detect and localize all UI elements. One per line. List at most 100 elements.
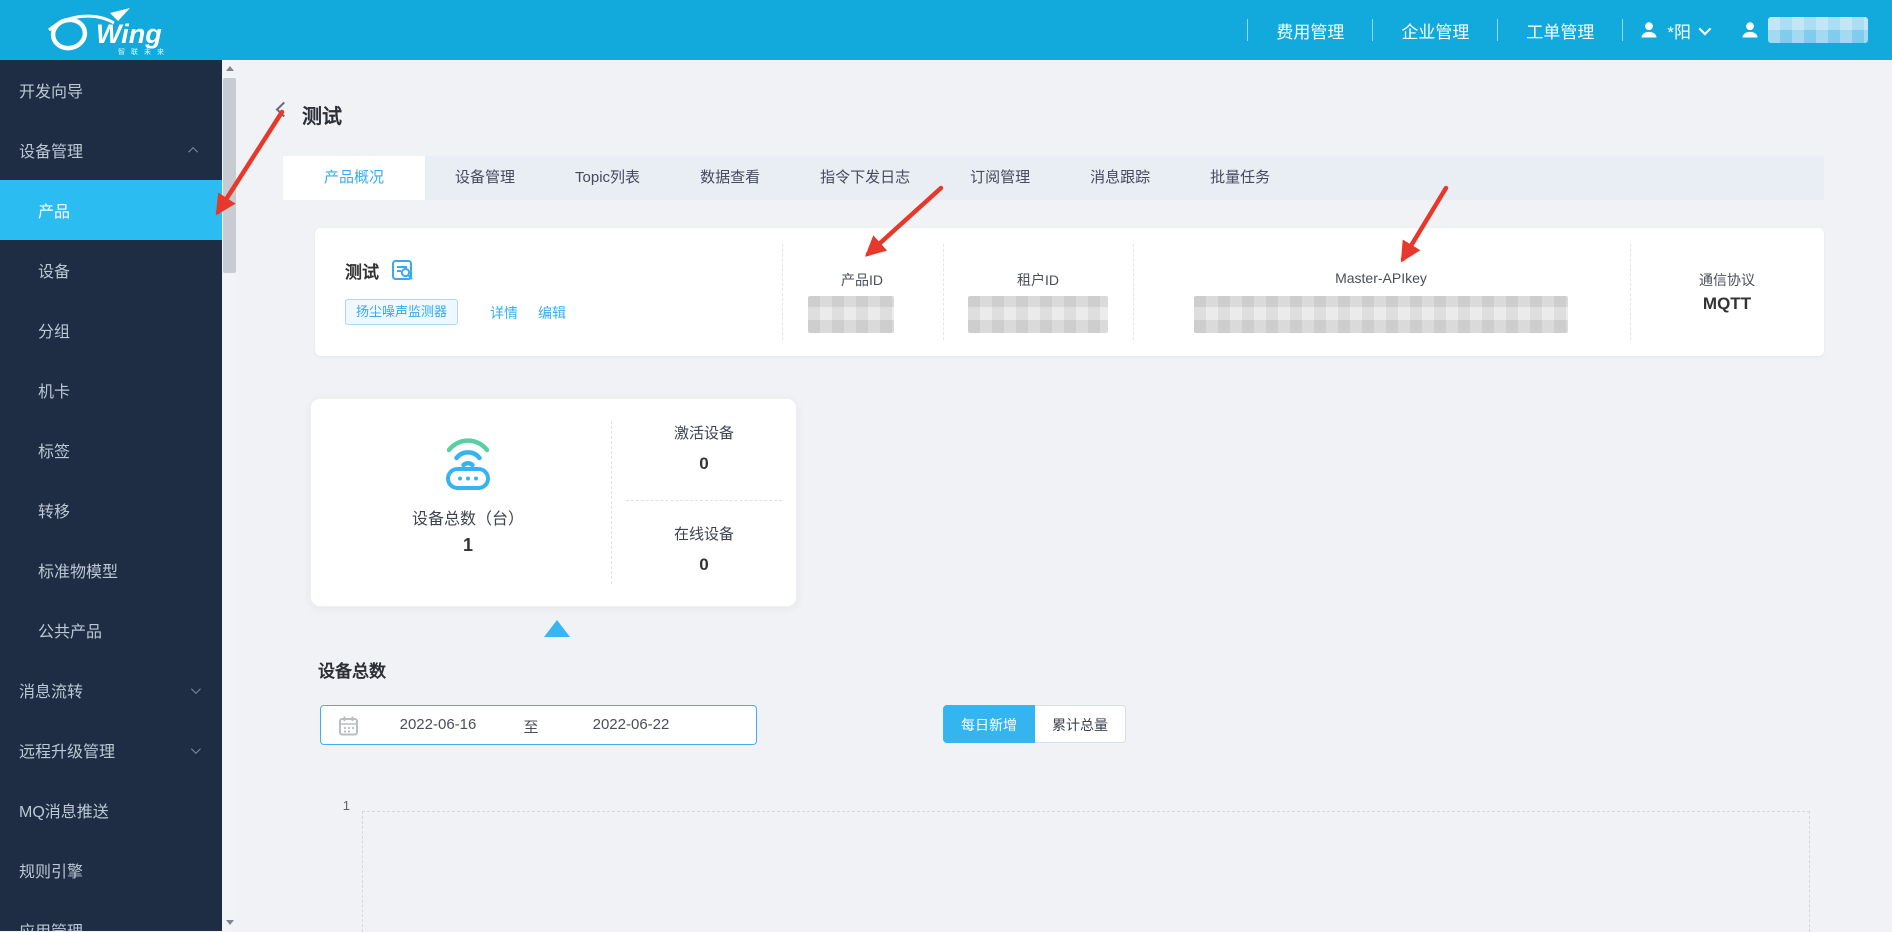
sidebar-item-sim-card[interactable]: 机卡 xyxy=(0,360,222,420)
scrollbar-down-button[interactable] xyxy=(222,914,237,931)
brand-name: Wing xyxy=(96,19,162,49)
sidebar-item-label: 开发向导 xyxy=(19,84,84,101)
triangle-down-icon xyxy=(225,920,234,925)
toggle-cumulative-button[interactable]: 累计总量 xyxy=(1035,705,1126,743)
chevron-down-icon xyxy=(190,743,201,754)
chevron-up-icon xyxy=(188,146,199,157)
toggle-daily-button[interactable]: 每日新增 xyxy=(943,705,1035,743)
topbar-menu-enterprise[interactable]: 企业管理 xyxy=(1373,18,1497,43)
scrollbar-up-button[interactable] xyxy=(222,60,237,77)
device-wifi-icon xyxy=(446,438,490,490)
tab-subscribe-mgmt[interactable]: 订阅管理 xyxy=(940,156,1060,200)
activated-devices-stat: 激活设备 0 xyxy=(626,422,782,474)
tab-data-view[interactable]: 数据查看 xyxy=(670,156,790,200)
chart-plot-area xyxy=(362,811,1810,932)
tenant-id-label: 租户ID xyxy=(1017,272,1059,288)
sidebar-item-tag[interactable]: 标签 xyxy=(0,420,222,480)
device-total-value: 1 xyxy=(462,535,473,555)
product-id-field: 产品ID xyxy=(792,270,932,290)
detail-link[interactable]: 详情 xyxy=(490,303,518,323)
product-info-card: 测试 扬尘噪声监测器 详情 编辑 产品ID 租户ID Master-APIkey… xyxy=(315,228,1824,356)
sidebar-item-group[interactable]: 分组 xyxy=(0,300,222,360)
back-icon[interactable] xyxy=(275,101,292,118)
card-divider xyxy=(1630,244,1631,340)
sidebar-item-product[interactable]: 产品 xyxy=(0,180,222,240)
sidebar-item-app-mgmt[interactable]: 应用管理 xyxy=(0,900,222,931)
online-label: 在线设备 xyxy=(673,526,734,543)
card-pointer-triangle-icon xyxy=(544,620,570,637)
date-start[interactable]: 2022-06-16 xyxy=(363,716,513,733)
device-stats-card: 设备总数（台） 1 激活设备 0 在线设备 0 xyxy=(310,398,797,607)
sidebar-item-transfer[interactable]: 转移 xyxy=(0,480,222,540)
sidebar-item-label: 规则引擎 xyxy=(19,864,84,881)
tab-bar: 产品概况 设备管理 Topic列表 数据查看 指令下发日志 订阅管理 消息跟踪 批量任务 xyxy=(283,156,1824,200)
sidebar-item-label: 公共产品 xyxy=(38,624,103,641)
sidebar-item-label: 设备管理 xyxy=(19,144,84,161)
topbar-right: 费用管理 企业管理 工单管理 *阳 xyxy=(1247,0,1884,60)
sidebar-item-message-flow[interactable]: 消息流转 xyxy=(0,660,222,720)
sidebar-item-public-product[interactable]: 公共产品 xyxy=(0,600,222,660)
chevron-down-icon xyxy=(1698,22,1712,35)
date-range-picker[interactable]: 2022-06-16 至 2022-06-22 xyxy=(320,705,757,745)
sidebar-item-dev-wizard[interactable]: 开发向导 xyxy=(0,60,222,120)
sidebar-item-label: 设备 xyxy=(38,264,71,281)
sidebar-item-label: 应用管理 xyxy=(19,918,83,931)
card-divider xyxy=(943,244,944,340)
tab-topic-list[interactable]: Topic列表 xyxy=(545,156,670,200)
calendar-icon xyxy=(339,716,358,736)
date-separator: 至 xyxy=(523,719,539,736)
sidebar-item-label: 机卡 xyxy=(38,384,71,401)
sidebar-item-rule-engine[interactable]: 规则引擎 xyxy=(0,840,222,900)
apikey-field: Master-APIkey xyxy=(1301,270,1461,286)
user-icon xyxy=(1742,22,1758,38)
user-name: *阳 xyxy=(1667,22,1691,42)
apikey-label: Master-APIkey xyxy=(1335,270,1427,286)
chart-y-tick: 1 xyxy=(342,798,350,813)
chart-mode-toggle: 每日新增 累计总量 xyxy=(943,705,1126,743)
sidebar-item-label: 产品 xyxy=(38,204,71,221)
sidebar-item-mq-push[interactable]: MQ消息推送 xyxy=(0,780,222,840)
tab-overview[interactable]: 产品概况 xyxy=(283,156,426,200)
sidebar-item-label: 消息流转 xyxy=(19,684,84,701)
tab-command-log[interactable]: 指令下发日志 xyxy=(790,156,940,200)
topbar-menu-workorder[interactable]: 工单管理 xyxy=(1498,18,1622,43)
tab-device-mgmt[interactable]: 设备管理 xyxy=(425,156,545,200)
protocol-field: 通信协议 xyxy=(1647,270,1807,290)
topbar: Wing 智联未来 费用管理 企业管理 工单管理 *阳 xyxy=(0,0,1892,60)
sidebar-item-label: 分组 xyxy=(38,324,71,341)
tab-message-trace[interactable]: 消息跟踪 xyxy=(1060,156,1180,200)
tab-batch-task[interactable]: 批量任务 xyxy=(1180,156,1300,200)
topbar-menu-billing[interactable]: 费用管理 xyxy=(1248,18,1372,43)
sidebar-item-label: 标签 xyxy=(38,444,71,461)
second-account-chip[interactable] xyxy=(1724,17,1884,43)
date-end[interactable]: 2022-06-22 xyxy=(556,716,706,733)
product-id-redacted-value xyxy=(808,296,894,333)
stats-divider xyxy=(626,500,782,501)
doc-search-icon[interactable] xyxy=(391,258,415,282)
chevron-down-icon xyxy=(190,683,201,694)
sidebar-item-label: MQ消息推送 xyxy=(19,804,109,821)
sidebar-item-label: 转移 xyxy=(38,504,71,521)
protocol-value: MQTT xyxy=(1702,294,1752,313)
sidebar-item-remote-upgrade[interactable]: 远程升级管理 xyxy=(0,720,222,780)
redacted-account-name xyxy=(1768,17,1868,43)
online-devices-stat: 在线设备 0 xyxy=(626,523,782,575)
online-value: 0 xyxy=(699,555,709,574)
section-title: 设备总数 xyxy=(318,662,386,681)
brand-logo: Wing 智联未来 xyxy=(44,7,224,56)
sidebar: 开发向导设备管理产品设备分组机卡标签转移标准物模型公共产品消息流转远程升级管理 M… xyxy=(0,60,222,931)
edit-link[interactable]: 编辑 xyxy=(538,303,566,323)
product-name: 测试 xyxy=(345,263,379,282)
device-total-label: 设备总数（台） xyxy=(411,511,524,528)
protocol-label: 通信协议 xyxy=(1699,272,1755,288)
tenant-id-redacted-value xyxy=(968,296,1108,333)
sidebar-item-standard-model[interactable]: 标准物模型 xyxy=(0,540,222,600)
sidebar-item-device-mgmt[interactable]: 设备管理 xyxy=(0,120,222,180)
sidebar-item-label: 标准物模型 xyxy=(38,564,119,581)
annotation-arrows xyxy=(215,109,1449,263)
scrollbar-thumb[interactable] xyxy=(223,78,236,273)
activated-value: 0 xyxy=(699,454,709,473)
current-user-chip[interactable]: *阳 xyxy=(1623,18,1724,43)
sidebar-scrollbar[interactable] xyxy=(222,60,237,931)
sidebar-item-device[interactable]: 设备 xyxy=(0,240,222,300)
